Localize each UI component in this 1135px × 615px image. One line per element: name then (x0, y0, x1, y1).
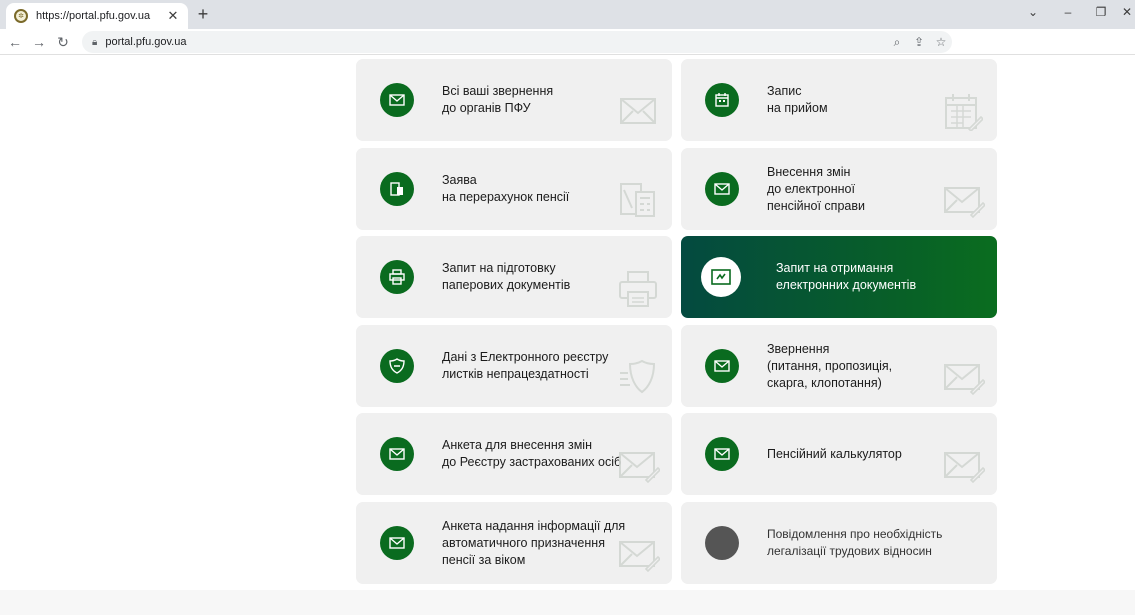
reload-icon[interactable]: ↻ (53, 32, 73, 52)
address-url: portal.pfu.gov.ua (105, 36, 187, 48)
service-card-label: Повідомлення про необхідність легалізації… (767, 502, 967, 584)
service-card-label-line: Анкета для внесення змін (442, 438, 592, 452)
service-card[interactable]: Запис на прийом (681, 59, 997, 141)
page-footer-strip (0, 590, 1135, 615)
background-envelope-edit-icon (943, 359, 987, 396)
background-envelope-edit-icon (943, 182, 987, 219)
service-card-label-line: автоматичного призначення (442, 535, 605, 550)
share-icon[interactable]: ⇪ (908, 35, 930, 49)
service-card-label-line: на перерахунок пенсії (442, 190, 570, 204)
envelope-icon (705, 172, 739, 206)
page-content: Всі ваші звернення до органів ПФУ Запис на … (0, 55, 1135, 615)
e-document-icon (701, 257, 741, 297)
service-card-label-line: Запис (767, 84, 802, 98)
envelope-icon (380, 526, 414, 560)
service-card[interactable]: Пенсійний калькулятор (681, 413, 997, 495)
service-card-label-line: паперових документів (442, 278, 571, 292)
tab-close-icon[interactable]: ✕ (166, 8, 180, 24)
service-card-label-line: Дані з Електронного реєстру (442, 350, 609, 364)
bookmark-star-icon[interactable]: ☆ (930, 35, 952, 49)
service-card-label-line: Внесення змін (767, 164, 851, 179)
service-card-label: Анкета для внесення змін до Реєстру застр… (442, 413, 642, 495)
document-calculator-icon (380, 172, 414, 206)
envelope-icon (705, 349, 739, 383)
service-card-label-line: легалізації трудових відносин (767, 544, 932, 558)
service-card-label-line: листків непрацездатності (442, 367, 589, 381)
service-card-label-line: до Реєстру застрахованих осіб (442, 455, 622, 469)
service-card-label-line: Звернення (767, 341, 830, 356)
service-card-label: Анкета надання інформації для автоматично… (442, 502, 642, 584)
background-envelope-edit-icon (618, 536, 662, 573)
service-card-label-line: Пенсійний калькулятор (767, 446, 902, 461)
service-card-label-line: електронних документів (776, 278, 917, 292)
service-card-label-line: Запит на отримання (776, 261, 894, 275)
service-card-label: Звернення (питання, пропозиція, скарга, кл… (767, 325, 967, 407)
service-card-label-line: Заява (442, 173, 477, 187)
new-tab-button[interactable]: + (193, 4, 213, 24)
service-card-label-line: на прийом (767, 101, 828, 115)
background-calendar-icon (943, 93, 985, 133)
envelope-icon (705, 437, 739, 471)
shield-icon (380, 349, 414, 383)
service-card[interactable]: Внесення змін до електронної пенсійної спр… (681, 148, 997, 230)
service-card-label: Внесення змін до електронної пенсійної спр… (767, 148, 967, 230)
envelope-icon (380, 437, 414, 471)
service-card[interactable]: Дані з Електронного реєстру листків непра… (356, 325, 672, 407)
service-card[interactable]: Запит на отримання електронних документів (681, 236, 997, 318)
service-card-label: Запис на прийом (767, 59, 967, 141)
background-envelope-icon (618, 93, 658, 129)
minimize-icon[interactable]: – (1059, 5, 1077, 19)
service-card-label-line: пенсійної справи (767, 198, 865, 213)
lock-icon: 🔒︎ (92, 36, 98, 48)
browser-tab[interactable]: ✲ https://portal.pfu.gov.ua ✕ (6, 3, 188, 29)
service-card[interactable]: Всі ваші звернення до органів ПФУ (356, 59, 672, 141)
close-window-icon[interactable]: ✕ (1118, 5, 1135, 19)
background-envelope-edit-icon (943, 447, 987, 484)
address-bar[interactable]: 🔒︎ portal.pfu.gov.ua ⌕ ⇪ ☆ (82, 31, 952, 53)
tab-search-chevron-icon[interactable]: ⌄ (1024, 5, 1042, 19)
service-card-label-line: (питання, пропозиція, (767, 358, 893, 373)
background-envelope-edit-icon (618, 447, 662, 484)
service-card-label-line: Запит на підготовку (442, 261, 556, 275)
service-card-label-line: скарга, клопотання) (767, 375, 882, 390)
zoom-search-icon[interactable]: ⌕ (886, 35, 908, 50)
background-shield-icon (618, 359, 658, 395)
service-card-label: Запит на отримання електронних документів (776, 236, 976, 318)
service-card[interactable]: Звернення (питання, пропозиція, скарга, кл… (681, 325, 997, 407)
gray-circle-icon (705, 526, 739, 560)
service-card[interactable]: Анкета надання інформації для автоматично… (356, 502, 672, 584)
service-card[interactable]: Запит на підготовку паперових документів (356, 236, 672, 318)
service-card-label-line: до електронної (767, 181, 855, 196)
calendar-icon (705, 83, 739, 117)
service-card-label: Всі ваші звернення до органів ПФУ (442, 59, 642, 141)
pfu-favicon-icon: ✲ (14, 9, 28, 23)
service-card[interactable]: Повідомлення про необхідність легалізації… (681, 502, 997, 584)
browser-tab-bar: ✲ https://portal.pfu.gov.ua ✕ + ⌄ – ❐ ✕ (0, 0, 1135, 29)
service-card-label-line: Всі ваші звернення (442, 84, 554, 98)
service-card-label-line: пенсії за віком (442, 552, 526, 567)
tab-title: https://portal.pfu.gov.ua (36, 10, 151, 22)
service-card-label-line: до органів ПФУ (442, 101, 531, 115)
service-card[interactable]: Анкета для внесення змін до Реєстру застр… (356, 413, 672, 495)
printer-icon (380, 260, 414, 294)
service-card-label: Заява на перерахунок пенсії (442, 148, 642, 230)
maximize-icon[interactable]: ❐ (1092, 5, 1110, 19)
browser-toolbar: ← → ↻ 🔒︎ portal.pfu.gov.ua ⌕ ⇪ ☆ (0, 29, 1135, 55)
service-card-label: Дані з Електронного реєстру листків непра… (442, 325, 642, 407)
back-arrow-icon[interactable]: ← (5, 32, 25, 52)
background-calculator-icon (618, 182, 658, 218)
background-printer-icon (618, 270, 658, 307)
forward-arrow-icon[interactable]: → (29, 32, 49, 52)
service-card[interactable]: Заява на перерахунок пенсії (356, 148, 672, 230)
service-card-label: Пенсійний калькулятор (767, 413, 967, 495)
service-card-label-line: Анкета надання інформації для (442, 518, 626, 533)
service-card-label: Запит на підготовку паперових документів (442, 236, 642, 318)
envelope-icon (380, 83, 414, 117)
service-card-label-line: Повідомлення про необхідність (767, 527, 943, 541)
